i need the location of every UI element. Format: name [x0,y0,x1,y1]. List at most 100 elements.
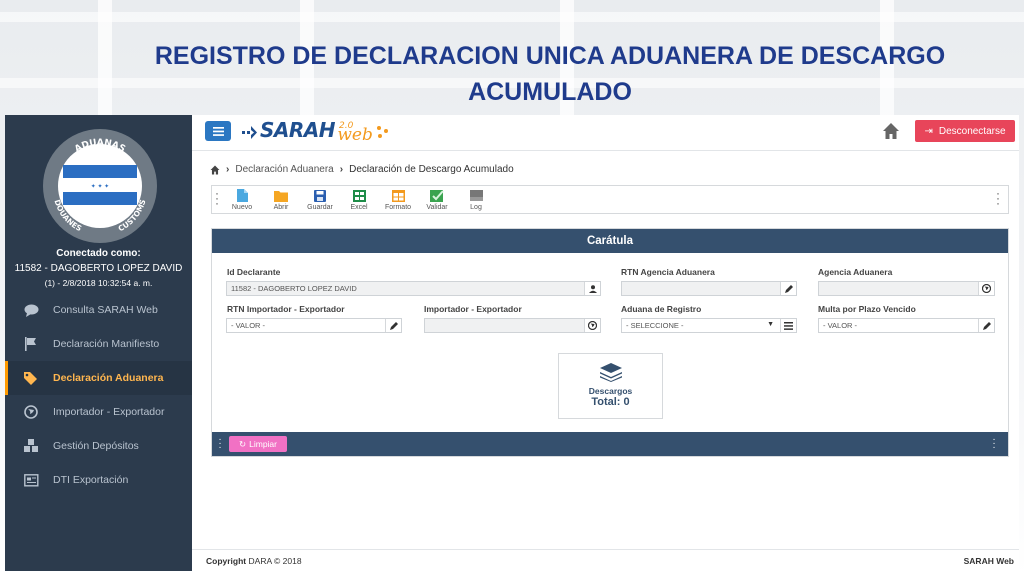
log-icon [469,190,483,201]
chevron-right-icon: › [226,164,230,175]
aduana-registro-label: Aduana de Registro [621,304,702,314]
top-bar: SARAH 2.0 web ⇥ Desconectarse [192,115,1019,151]
globe-lookup-button[interactable] [584,319,600,332]
footer-app-name: SARAH Web [963,556,1014,566]
toolbar-label: Log [470,204,482,211]
footer-handle-left[interactable]: · · · [218,435,222,453]
toolbar-handle-left[interactable]: · · · [215,187,219,209]
menu-toggle-button[interactable] [205,121,231,141]
multa-input[interactable]: - VALOR - [818,318,995,333]
session-info: (1) - 2/8/2018 10:32:54 a. m. [44,278,153,288]
aduana-registro-value: - SELECCIONE - [626,321,684,330]
toolbar-label: Excel [350,204,368,211]
rtn-importador-placeholder: - VALOR - [231,321,266,330]
toolbar-label: Abrir [273,204,289,211]
user-name: 11582 - DAGOBERTO LOPEZ DAVID [14,263,183,274]
toolbar-handle-right[interactable]: · · · [996,187,1000,209]
chat-icon [23,303,39,317]
toolbar-excel-button[interactable]: Excel [341,188,377,211]
slide-title-line2: ACUMULADO [468,78,632,106]
globe-icon [23,405,39,419]
pencil-icon [982,321,991,330]
toolbar-format-button[interactable]: Formato [380,188,416,211]
sidebar-item-declaracion-aduanera[interactable]: Declaración Aduanera [5,361,192,395]
globe-icon [982,284,991,293]
sidebar-item-dti[interactable]: DTI Exportación [5,463,192,497]
logout-label: Desconectarse [938,125,1006,137]
rtn-importador-input[interactable]: - VALOR - [226,318,402,333]
sidebar-item-importador[interactable]: Importador - Exportador [5,395,192,429]
copyright-prefix: Copyright [206,556,247,566]
connected-label: Conectado como: [56,248,141,259]
toolbar-save-button[interactable]: Guardar [302,188,338,211]
sidebar-menu: Consulta SARAH Web Declaración Manifiest… [5,293,192,497]
toolbar-open-button[interactable]: Abrir [263,188,299,211]
breadcrumb-parent[interactable]: Declaración Aduanera [235,164,333,175]
home-icon[interactable] [882,122,900,140]
panel-title: Carátula [212,229,1008,253]
sidebar-item-depositos[interactable]: Gestión Depósitos [5,429,192,463]
importador-label: Importador - Exportador [424,304,522,314]
toolbar: · · · Nuevo Abrir Guardar Excel Formato Va… [211,185,1009,214]
sidebar: ADUANAS ✦ ✦ ✦ DOUANES CUSTOMS Conectado … [5,115,192,571]
cubes-icon [23,439,39,453]
logout-icon: ⇥ [924,125,933,137]
document-icon [23,473,39,487]
user-icon [588,284,597,293]
agencia-field [818,281,995,296]
validate-icon [430,189,444,202]
flag-icon [23,337,39,351]
rtn-importador-label: RTN Importador - Exportador [227,304,345,314]
toolbar-label: Formato [384,204,412,211]
globe-lookup-button[interactable] [978,282,994,295]
toolbar-log-button[interactable]: Log [458,188,494,211]
home-breadcrumb-icon[interactable] [210,165,220,175]
copyright-text: DARA © 2018 [248,556,302,566]
rtn-agencia-field[interactable] [621,281,797,296]
sidebar-item-label: Declaración Aduanera [53,372,164,384]
multa-placeholder: - VALOR - [823,321,858,330]
multa-label: Multa por Plazo Vencido [818,304,916,314]
clear-button[interactable]: ↻ Limpiar [229,436,287,452]
slide-title: REGISTRO DE DECLARACION UNICA ADUANERA D… [130,38,970,110]
breadcrumb-current: Declaración de Descargo Acumulado [349,164,514,175]
sidebar-item-label: DTI Exportación [53,474,129,486]
brand-name: SARAH [260,118,336,142]
folder-icon [274,190,288,202]
aduana-registro-select[interactable]: - SELECCIONE - ▼ [621,318,797,333]
caratula-panel: Carátula Id Declarante 11582 - DAGOBERTO… [211,228,1009,457]
chevron-down-icon: ▼ [767,321,774,328]
rtn-agencia-label: RTN Agencia Aduanera [621,267,715,277]
edit-button[interactable] [978,319,994,332]
descargos-title: Descargos [588,386,633,396]
footer-handle-right[interactable]: · · · [992,435,996,453]
table-format-icon [391,189,405,202]
logout-button[interactable]: ⇥ Desconectarse [915,120,1015,142]
sidebar-item-label: Gestión Depósitos [53,440,139,452]
layers-icon [599,363,622,382]
edit-button[interactable] [385,319,401,332]
toolbar-validate-button[interactable]: Validar [419,188,455,211]
sidebar-item-consulta[interactable]: Consulta SARAH Web [5,293,192,327]
sidebar-item-label: Declaración Manifiesto [53,338,160,350]
hamburger-icon [212,126,224,136]
list-button[interactable] [780,319,796,332]
chevron-right-icon: › [339,164,344,175]
brand-dots-icon [376,126,388,138]
toolbar-new-button[interactable]: Nuevo [224,188,260,211]
user-lookup-button[interactable] [584,282,600,295]
brand-web: web [337,125,373,145]
sidebar-item-label: Importador - Exportador [53,406,165,418]
sidebar-item-manifiesto[interactable]: Declaración Manifiesto [5,327,192,361]
brand-logo: SARAH 2.0 web [242,118,390,146]
customs-logo: ADUANAS ✦ ✦ ✦ DOUANES CUSTOMS [43,129,157,243]
toolbar-label: Validar [426,204,448,211]
tags-icon [23,371,39,385]
id-declarante-label: Id Declarante [227,267,281,277]
edit-button[interactable] [780,282,796,295]
brand-arrow-icon [242,126,257,139]
main-content: SARAH 2.0 web ⇥ Desconectarse › Declarac… [192,115,1019,571]
copyright: Copyright DARA © 2018 [206,556,302,566]
descargos-total: Total: 0 [591,396,630,408]
descargos-card[interactable]: Descargos Total: 0 [558,353,663,419]
